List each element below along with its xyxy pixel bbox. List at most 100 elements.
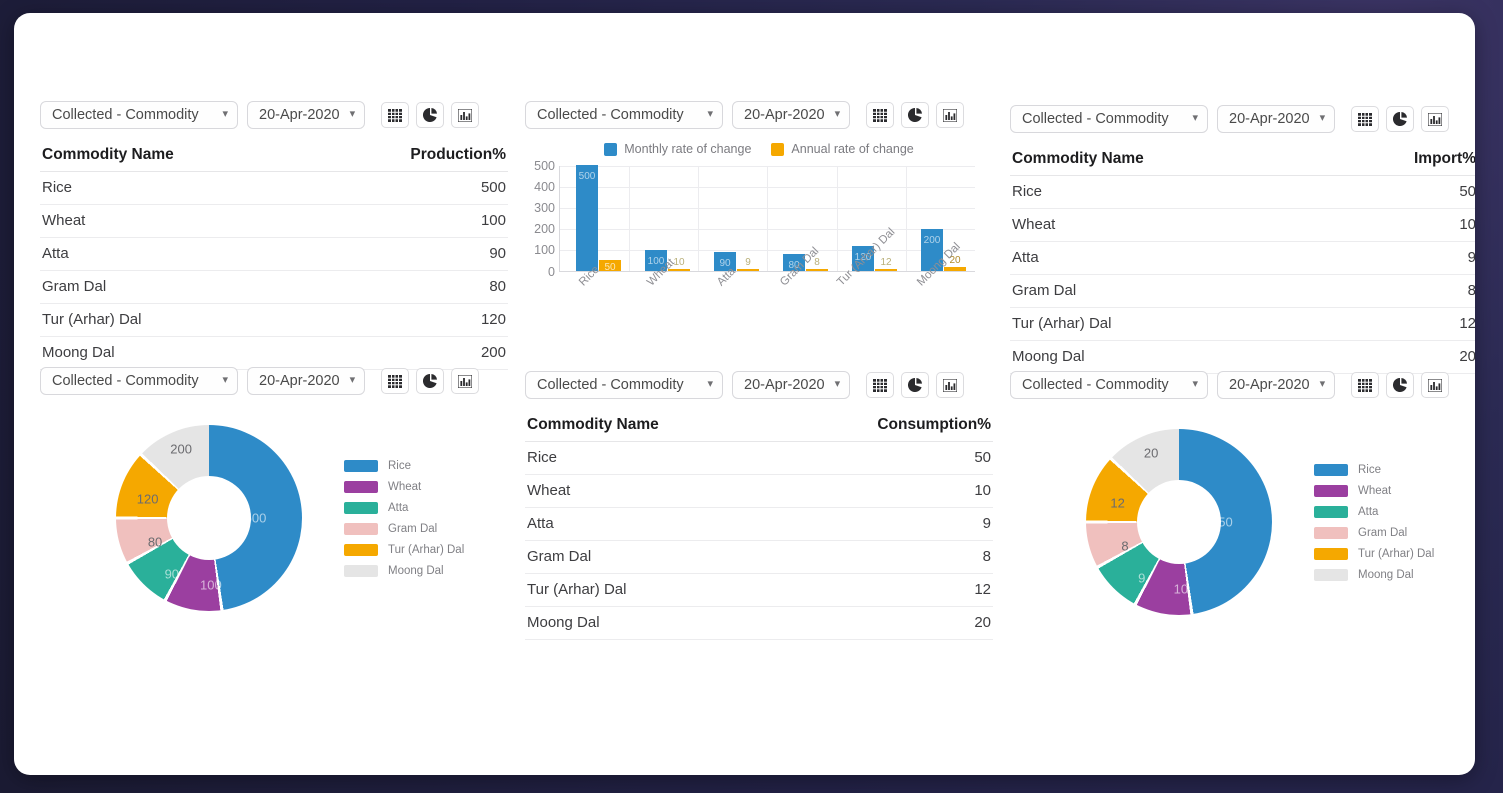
table-row[interactable]: Tur (Arhar) Dal 12 — [525, 573, 993, 607]
bar-view-icon-button[interactable] — [1421, 106, 1450, 132]
table-row[interactable]: Rice 50 — [525, 441, 993, 475]
grid-view-icon-button[interactable] — [866, 102, 895, 128]
legend-item[interactable]: Tur (Arhar) Dal — [344, 543, 464, 556]
bar-view-icon-button[interactable] — [1421, 372, 1450, 398]
gridline — [698, 166, 699, 271]
commodity-select-consumption[interactable]: Collected - Commodity ▾ — [525, 371, 723, 399]
legend-item[interactable]: Wheat — [344, 480, 464, 493]
table-row[interactable]: Wheat 10 — [1010, 208, 1475, 242]
commodity-select-import[interactable]: Collected - Commodity ▾ — [1010, 105, 1208, 133]
bar-annual[interactable]: 8 — [806, 257, 828, 271]
pie-view-icon-button[interactable] — [416, 368, 445, 394]
legend-item[interactable]: Wheat — [1314, 484, 1434, 497]
donut-ring[interactable]: 50 10 9 8 12 20 — [1086, 429, 1272, 615]
slice-value-label: 8 — [1121, 538, 1129, 554]
commodity-select-label: Collected - Commodity — [52, 107, 199, 123]
legend-item[interactable]: Gram Dal — [344, 522, 464, 535]
toolbar-import-table: Collected - Commodity ▾ 20-Apr-2020 ▾ — [1010, 105, 1475, 133]
bar-annual[interactable]: 20 — [944, 255, 966, 271]
grid-view-icon-button[interactable] — [381, 368, 410, 394]
donut-ring[interactable]: 500 100 90 80 120 200 — [116, 425, 302, 611]
legend-item[interactable]: Tur (Arhar) Dal — [1314, 547, 1434, 560]
legend-item[interactable]: Moong Dal — [1314, 568, 1434, 581]
commodity-select-rate-chart[interactable]: Collected - Commodity ▾ — [525, 101, 723, 129]
toolbar-production-donut: Collected - Commodity ▾ 20-Apr-2020 ▾ — [40, 367, 508, 395]
chevron-down-icon: ▾ — [1192, 111, 1198, 124]
table-row[interactable]: Tur (Arhar) Dal 120 — [40, 303, 508, 337]
table-row[interactable]: Gram Dal 8 — [525, 540, 993, 574]
commodity-select-production[interactable]: Collected - Commodity ▾ — [40, 101, 238, 129]
date-select-production[interactable]: 20-Apr-2020 ▾ — [247, 101, 366, 129]
pie-view-icon-button[interactable] — [901, 102, 930, 128]
date-select-rate-chart[interactable]: 20-Apr-2020 ▾ — [732, 101, 851, 129]
table-row[interactable]: Atta 9 — [1010, 241, 1475, 275]
panel-consumption-table: Collected - Commodity ▾ 20-Apr-2020 ▾ Co… — [525, 371, 993, 640]
grid-view-icon-button[interactable] — [1351, 106, 1380, 132]
cell-value: 50 — [1324, 175, 1475, 209]
table-row[interactable]: Wheat 100 — [40, 204, 508, 238]
chevron-down-icon: ▾ — [349, 373, 356, 386]
commodity-select-import-donut[interactable]: Collected - Commodity ▾ — [1010, 371, 1208, 399]
date-select-import[interactable]: 20-Apr-2020 ▾ — [1217, 105, 1336, 133]
legend-item[interactable]: Gram Dal — [1314, 526, 1434, 539]
cell-value: 12 — [775, 573, 993, 607]
table-row[interactable]: Wheat 10 — [525, 474, 993, 508]
table-row[interactable]: Atta 90 — [40, 237, 508, 271]
cell-commodity-name: Rice — [525, 441, 776, 475]
table-row[interactable]: Gram Dal 80 — [40, 270, 508, 304]
cell-commodity-name: Moong Dal — [525, 606, 776, 640]
cell-value: 100 — [309, 204, 508, 238]
production-donut-chart: 500 100 90 80 120 200 Rice Wheat Atta Gr… — [40, 425, 508, 611]
bar-annual[interactable]: 12 — [875, 257, 897, 271]
legend-swatch — [1314, 526, 1348, 539]
cell-value: 8 — [1324, 274, 1475, 308]
gridline — [906, 166, 907, 271]
legend-item[interactable]: Moong Dal — [344, 564, 464, 577]
grid-icon — [388, 374, 403, 388]
table-row[interactable]: Moong Dal 20 — [525, 606, 993, 640]
chevron-down-icon: ▾ — [1319, 111, 1326, 124]
y-tick-label: 200 — [534, 222, 555, 236]
legend-item[interactable]: Rice — [344, 459, 464, 472]
date-select-consumption[interactable]: 20-Apr-2020 ▾ — [732, 371, 851, 399]
bar-view-icon-button[interactable] — [936, 372, 965, 398]
bar-annual[interactable]: 50 — [599, 260, 621, 273]
legend-item[interactable]: Atta — [1314, 505, 1434, 518]
table-row[interactable]: Moong Dal 20 — [1010, 340, 1475, 374]
table-row[interactable]: Gram Dal 8 — [1010, 274, 1475, 308]
slice-value-label: 120 — [136, 491, 159, 507]
legend-item-annual[interactable]: Annual rate of change — [771, 142, 914, 156]
legend-item[interactable]: Atta — [344, 501, 464, 514]
bar-monthly[interactable]: 500 — [576, 165, 598, 271]
pie-view-icon-button[interactable] — [1386, 372, 1415, 398]
table-row[interactable]: Moong Dal 200 — [40, 336, 508, 370]
table-row[interactable]: Atta 9 — [525, 507, 993, 541]
commodity-select-production-donut[interactable]: Collected - Commodity ▾ — [40, 367, 238, 395]
bar-view-icon-button[interactable] — [936, 102, 965, 128]
bar-view-icon-button[interactable] — [451, 368, 480, 394]
bar-view-icon-button[interactable] — [451, 102, 480, 128]
grid-icon — [1358, 112, 1373, 126]
grid-view-icon-button[interactable] — [381, 102, 410, 128]
table-row[interactable]: Rice 500 — [40, 171, 508, 205]
legend-label: Atta — [1358, 505, 1379, 518]
legend-label: Moong Dal — [1358, 568, 1414, 581]
pie-view-icon-button[interactable] — [416, 102, 445, 128]
date-select-import-donut[interactable]: 20-Apr-2020 ▾ — [1217, 371, 1336, 399]
table-row[interactable]: Tur (Arhar) Dal 12 — [1010, 307, 1475, 341]
grid-view-icon-button[interactable] — [1351, 372, 1380, 398]
legend-swatch — [344, 480, 378, 493]
cell-value: 9 — [1324, 241, 1475, 275]
table-header-row: Commodity Name Production% — [40, 141, 508, 172]
pie-view-icon-button[interactable] — [1386, 106, 1415, 132]
grid-view-icon-button[interactable] — [866, 372, 895, 398]
table-row[interactable]: Rice 50 — [1010, 175, 1475, 209]
bar-value-label: 200 — [923, 234, 941, 246]
legend-item-monthly[interactable]: Monthly rate of change — [604, 142, 751, 156]
bar-annual[interactable]: 9 — [737, 257, 759, 271]
pie-view-icon-button[interactable] — [901, 372, 930, 398]
legend-item[interactable]: Rice — [1314, 463, 1434, 476]
date-select-production-donut[interactable]: 20-Apr-2020 ▾ — [247, 367, 366, 395]
cell-value: 80 — [309, 270, 508, 304]
import-table: Commodity Name Import% Rice 50 Wheat 10 At… — [1010, 145, 1475, 374]
